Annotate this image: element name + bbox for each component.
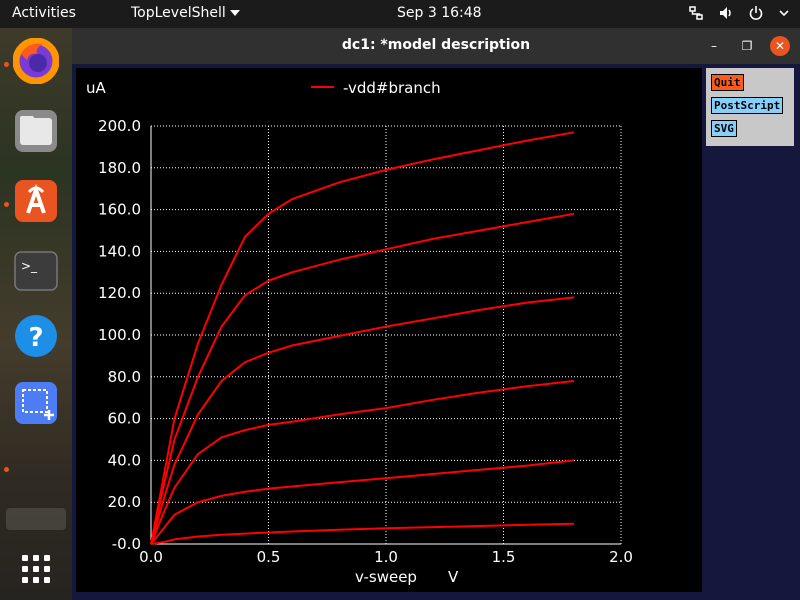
app-menu-label: TopLevelShell	[131, 5, 226, 21]
y-tick-label: 180.0	[98, 159, 141, 177]
y-tick-label: -0.0	[112, 535, 141, 553]
y-axis-label: uA	[86, 79, 107, 97]
apps-grid-icon[interactable]	[13, 546, 59, 592]
y-tick-label: 80.0	[108, 368, 141, 386]
x-tick-label: 1.5	[492, 548, 516, 566]
trace-line	[150, 131, 575, 545]
running-indicator	[4, 467, 9, 472]
running-indicator	[4, 62, 9, 67]
chart-canvas[interactable]: -0.0 20.0 40.0 60.0 80.0 100.0 120.0 140.0 160.0…	[76, 68, 702, 592]
trace-line	[150, 380, 575, 545]
x-axis-label: v-sweep	[355, 568, 417, 586]
window-title: dc1: *model description	[341, 37, 531, 53]
network-icon[interactable]	[688, 5, 704, 21]
svg-text:?: ?	[28, 323, 43, 353]
svg-button[interactable]: SVG	[711, 120, 737, 137]
x-tick-label: 1.0	[374, 548, 398, 566]
screenshot-icon[interactable]	[13, 380, 59, 426]
plot-window: dc1: *model description – ❐ ✕ -0.0 20.0 40…	[72, 28, 800, 600]
app-menu[interactable]: TopLevelShell	[131, 5, 240, 21]
firefox-icon[interactable]	[12, 37, 60, 85]
y-tick-label: 20.0	[108, 493, 141, 511]
minimize-button[interactable]: –	[704, 36, 724, 56]
y-tick-label: 160.0	[98, 201, 141, 219]
window-client: -0.0 20.0 40.0 60.0 80.0 100.0 120.0 140.0 160.0…	[72, 64, 800, 600]
volume-icon[interactable]	[718, 5, 734, 21]
trace-line	[150, 212, 575, 545]
power-icon[interactable]	[748, 5, 764, 21]
button-panel: Quit PostScript SVG	[706, 68, 794, 146]
help-icon[interactable]: ?	[13, 313, 59, 359]
running-indicator	[4, 202, 9, 207]
quit-button[interactable]: Quit	[711, 74, 744, 91]
y-tick-label: 60.0	[108, 410, 141, 428]
y-tick-label: 40.0	[108, 451, 141, 469]
y-tick-labels: -0.0 20.0 40.0 60.0 80.0 100.0 120.0 140.0 160.0…	[98, 117, 141, 553]
y-tick-label: 140.0	[98, 242, 141, 260]
x-tick-label: 0.0	[139, 548, 163, 566]
system-tray[interactable]	[688, 5, 790, 21]
trace-line	[150, 522, 575, 545]
x-tick-labels: 0.0 0.5 1.0 1.5 2.0	[139, 548, 633, 566]
activities-button[interactable]: Activities	[12, 5, 76, 21]
top-bar: Activities TopLevelShell Sep 3 16:48	[0, 0, 800, 28]
y-tick-label: 100.0	[98, 326, 141, 344]
series-group	[150, 131, 575, 545]
x-axis-unit: V	[448, 568, 459, 586]
chevron-down-icon	[229, 10, 240, 16]
files-icon[interactable]	[13, 108, 59, 154]
y-tick-label: 120.0	[98, 284, 141, 302]
dock: >_ ?	[0, 28, 72, 600]
terminal-icon[interactable]: >_	[13, 248, 59, 294]
maximize-button[interactable]: ❐	[737, 36, 757, 56]
grid-lines	[150, 125, 622, 545]
software-center-icon[interactable]	[13, 178, 59, 224]
x-tick-label: 2.0	[609, 548, 633, 566]
trace-line	[150, 296, 575, 545]
close-button[interactable]: ✕	[770, 36, 790, 56]
plot-area[interactable]: -0.0 20.0 40.0 60.0 80.0 100.0 120.0 140.0 160.0…	[76, 68, 702, 592]
chevron-down-icon[interactable]	[778, 5, 790, 21]
postscript-button[interactable]: PostScript	[711, 97, 784, 114]
y-tick-label: 200.0	[98, 117, 141, 135]
x-tick-label: 0.5	[257, 548, 281, 566]
clock[interactable]: Sep 3 16:48	[397, 5, 482, 21]
svg-text:>_: >_	[21, 259, 38, 273]
dock-separator	[6, 508, 66, 530]
title-bar[interactable]: dc1: *model description – ❐ ✕	[72, 28, 800, 64]
legend-label: -vdd#branch	[343, 79, 441, 97]
